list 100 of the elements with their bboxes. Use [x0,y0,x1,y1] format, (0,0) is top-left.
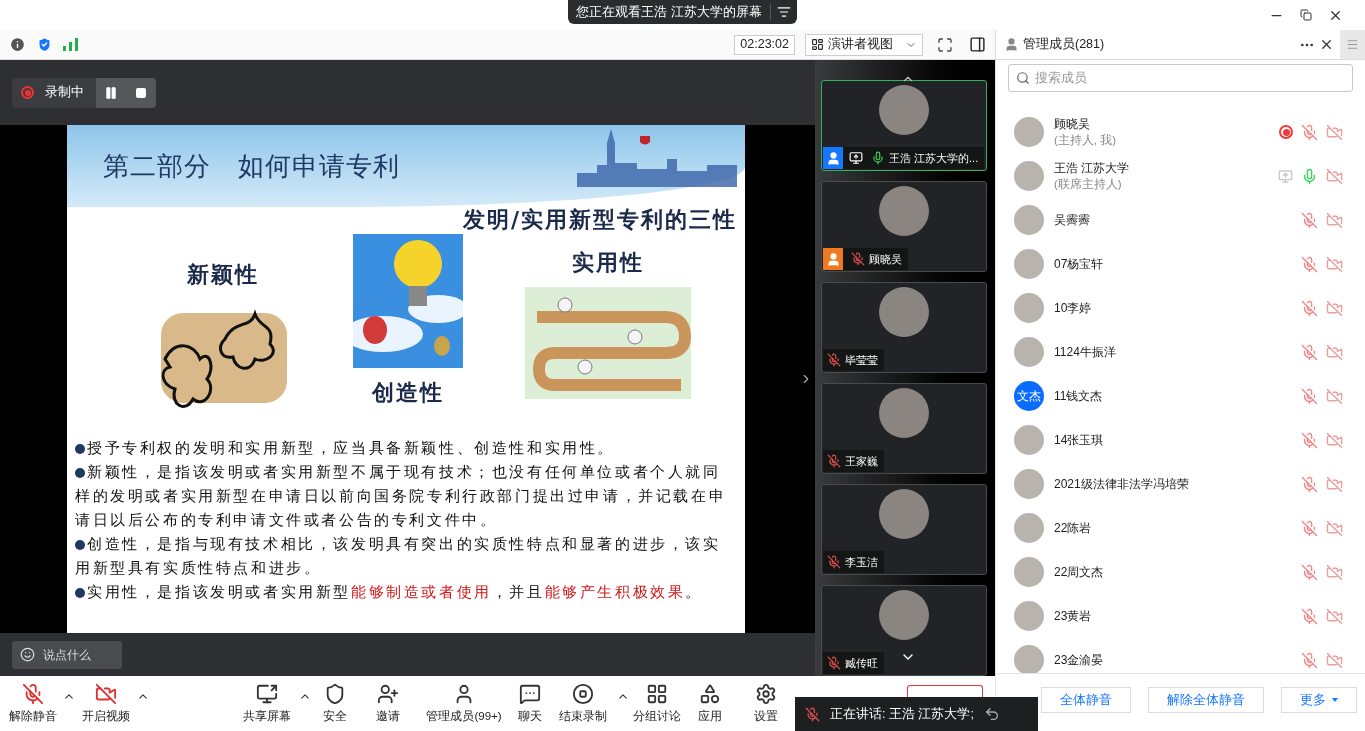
mic-icon[interactable] [1301,167,1318,185]
toolbar-button[interactable]: 结束录制 [550,681,616,726]
member-row[interactable]: 23金渝晏 [996,638,1365,673]
member-row[interactable]: 22周文杰 [996,550,1365,594]
video-tile[interactable]: 李玉洁 [821,484,987,575]
search-icon [1016,71,1030,85]
side-panel-icon[interactable] [969,36,986,53]
slide-paragraph: 实用性，是指该发明或者实用新型 能够制造或者使用，并且 能够产生积极效果。 [75,580,737,604]
muted-mic-icon[interactable] [1301,651,1318,669]
video-off-icon[interactable] [1326,123,1343,141]
member-avatar [1014,293,1044,323]
muted-mic-icon[interactable] [1301,123,1318,141]
institution-logo-icon [639,135,651,147]
toolbar-button[interactable]: 聊天 [510,681,550,726]
toolbar-button[interactable]: 解除静音 [4,681,62,726]
chat-icon [519,683,541,706]
member-row[interactable]: 14张玉琪 [996,418,1365,462]
video-off-icon[interactable] [1326,299,1343,317]
video-off-icon[interactable] [1326,607,1343,625]
toolbar-button[interactable]: 管理成员(99+) [418,681,510,726]
video-off-icon[interactable] [1326,167,1343,185]
member-row[interactable]: 22陈岩 [996,506,1365,550]
chat-input[interactable]: 说点什么 [12,640,122,669]
member-name: 23黄岩 [1054,608,1093,624]
member-role: (主持人, 我) [1054,133,1118,148]
member-row[interactable]: 文杰 11钱文杰 [996,374,1365,418]
video-tile[interactable]: 臧传旺 [821,585,987,676]
video-tile[interactable]: 顾晓吴 [821,181,987,272]
member-row[interactable]: 1124牛振洋 [996,330,1365,374]
stop-button[interactable] [126,77,156,108]
video-off-icon[interactable] [1326,563,1343,581]
slide-paragraph: 授予专利权的发明和实用新型，应当具备新颖性、创造性和实用性。 [75,436,737,460]
panel-button[interactable]: 全体静音 [1041,687,1131,713]
fullscreen-icon[interactable] [937,36,953,53]
video-off-icon [95,683,117,706]
slide-paragraph: 创造性，是指与现有技术相比，该发明具有突出的实质性特点和显著的进步，该实用新型具有实质性特点和进步。 [75,535,722,578]
avatar-placeholder [879,287,929,337]
member-avatar [1014,557,1044,587]
muted-mic-icon[interactable] [1301,255,1318,273]
avatar-placeholder [879,590,929,640]
toolbar-button[interactable]: 邀请 [358,681,418,726]
member-name: 吴霽霽 [1054,212,1091,228]
video-off-icon[interactable] [1326,387,1343,405]
toolbar-button[interactable]: 分组讨论 [630,681,684,726]
video-off-icon[interactable] [1326,255,1343,273]
person-icon [1004,37,1019,52]
video-off-icon[interactable] [1326,651,1343,669]
member-row[interactable]: 07杨宝轩 [996,242,1365,286]
chat-placeholder: 说点什么 [43,646,91,664]
close-icon[interactable] [1319,37,1334,52]
toolbar-button[interactable]: 开启视频 [76,681,136,726]
panel-button[interactable]: 解除全体静音 [1148,687,1264,713]
member-row[interactable]: 10李婷 [996,286,1365,330]
member-avatar [1014,645,1044,673]
pause-button[interactable] [96,77,126,108]
member-row[interactable]: 吴霽霽 [996,198,1365,242]
apps-icon [699,683,721,706]
muted-mic-icon[interactable] [1301,299,1318,317]
video-off-icon[interactable] [1326,475,1343,493]
toolbar-button[interactable]: 应用 [684,681,736,726]
avatar-placeholder [879,186,929,236]
member-row[interactable]: 23黄岩 [996,594,1365,638]
video-off-icon[interactable] [1326,211,1343,229]
avatar-placeholder [879,489,929,539]
muted-mic-icon[interactable] [1301,211,1318,229]
muted-mic-icon[interactable] [1301,563,1318,581]
shield-icon [324,683,346,706]
muted-mic-icon[interactable] [1301,387,1318,405]
member-avatar [1014,601,1044,631]
info-icon[interactable] [9,36,26,53]
muted-mic-icon[interactable] [1301,343,1318,361]
muted-mic-icon[interactable] [1301,607,1318,625]
member-avatar [1014,425,1044,455]
restore-icon[interactable] [1300,9,1312,21]
member-name: 23金渝晏 [1054,652,1105,668]
participant-name: 王家巍 [845,453,878,469]
participant-name: 顾晓吴 [869,251,902,267]
video-tile[interactable]: 王家巍 [821,383,987,474]
video-tile[interactable]: 毕莹莹 [821,282,987,373]
muted-mic-icon [22,683,44,706]
search-field[interactable]: 搜索成员 [1008,64,1353,92]
video-off-icon[interactable] [1326,519,1343,537]
panel-button[interactable]: 更多 [1281,687,1357,713]
toolbar-button[interactable]: 设置 [736,681,796,726]
muted-mic-icon[interactable] [1301,431,1318,449]
member-name: 07杨宝轩 [1054,256,1105,272]
view-mode-dropdown[interactable]: 演讲者视图 [805,33,923,56]
toolbar-button[interactable]: 安全 [312,681,358,726]
shield-icon[interactable] [36,36,53,53]
video-tile[interactable]: 王浩 江苏大学的... [821,80,987,171]
video-off-icon[interactable] [1326,343,1343,361]
muted-mic-icon[interactable] [1301,519,1318,537]
member-row[interactable]: 2021级法律非法学冯培荣 [996,462,1365,506]
member-row[interactable]: 王浩 江苏大学 (联席主持人) [996,154,1365,198]
undo-arrow-icon[interactable] [983,706,1000,722]
muted-mic-icon[interactable] [1301,475,1318,493]
video-off-icon[interactable] [1326,431,1343,449]
settings-icon [755,683,777,706]
member-row[interactable]: 顾晓吴 (主持人, 我) [996,110,1365,154]
toolbar-button[interactable]: 共享屏幕 [236,681,298,726]
